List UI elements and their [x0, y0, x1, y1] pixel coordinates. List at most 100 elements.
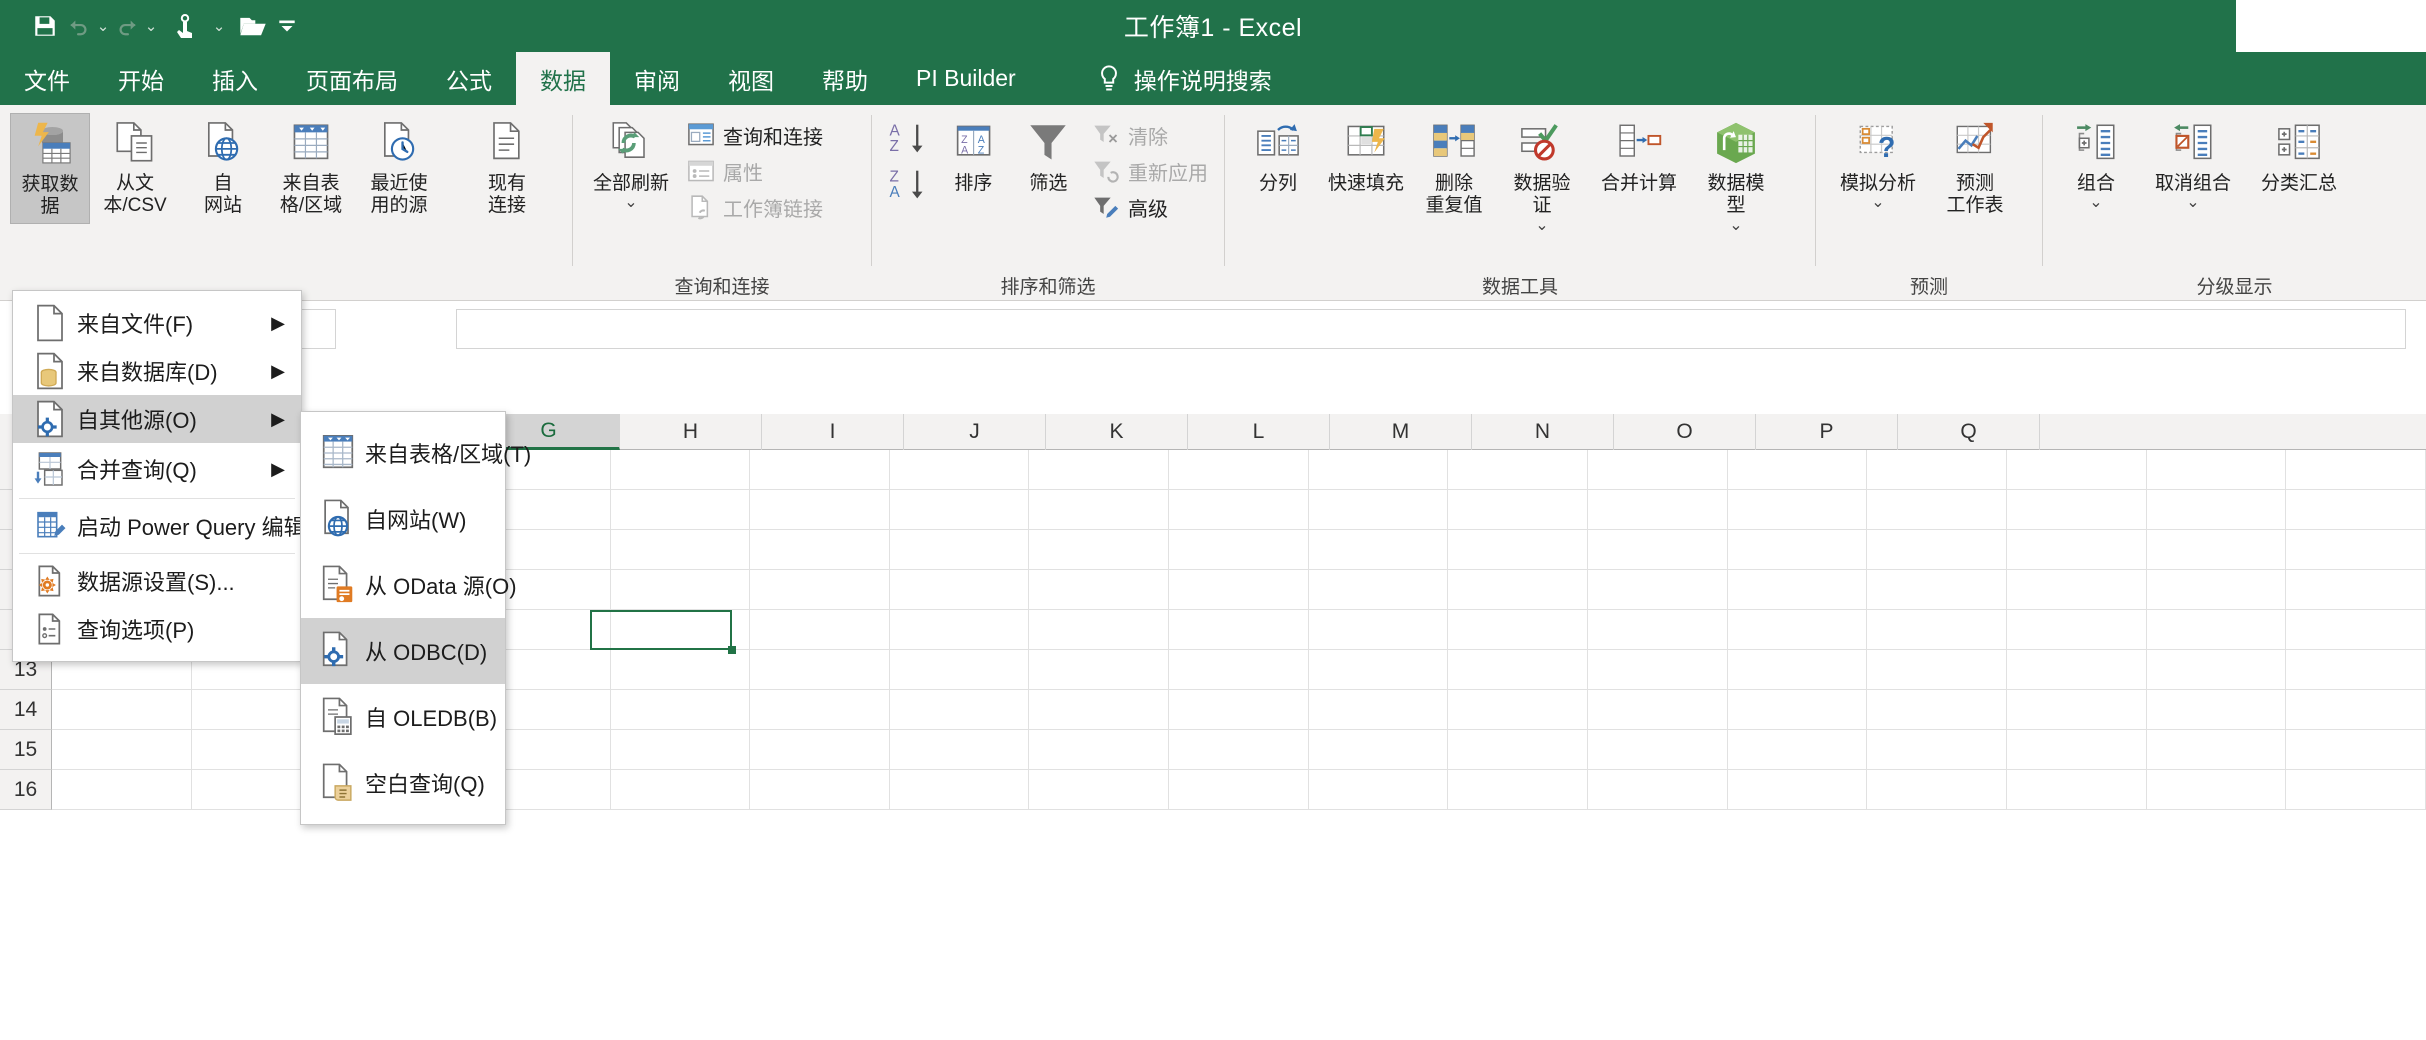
cell[interactable]	[1029, 570, 1169, 610]
cell[interactable]	[890, 650, 1030, 690]
cell[interactable]	[1029, 610, 1169, 650]
cell[interactable]	[2007, 730, 2147, 770]
formula-input[interactable]	[456, 309, 2406, 349]
cell[interactable]	[1867, 570, 2007, 610]
cell[interactable]	[611, 530, 751, 570]
cell[interactable]	[1448, 650, 1588, 690]
cell[interactable]	[1029, 770, 1169, 810]
cell[interactable]	[1588, 690, 1728, 730]
forecast-sheet-button[interactable]: 预测 工作表	[1932, 113, 2018, 222]
cell[interactable]	[1588, 490, 1728, 530]
cell[interactable]	[1169, 610, 1309, 650]
row-header-16[interactable]: 16	[0, 770, 52, 810]
column-header-P[interactable]: P	[1756, 414, 1898, 450]
cell[interactable]	[2286, 690, 2426, 730]
cell[interactable]	[2286, 570, 2426, 610]
cell[interactable]	[611, 770, 751, 810]
queries-and-connections-button[interactable]: 查询和连接	[681, 117, 829, 153]
cell[interactable]	[611, 610, 751, 650]
cell[interactable]	[1169, 530, 1309, 570]
advanced-filter-button[interactable]: 高级	[1086, 189, 1214, 225]
cell[interactable]	[1728, 530, 1868, 570]
tab-help[interactable]: 帮助	[798, 52, 892, 105]
sort-button[interactable]: Z A A Z 排序	[936, 113, 1011, 199]
cell[interactable]	[1169, 450, 1309, 490]
cell[interactable]	[750, 530, 890, 570]
cell[interactable]	[890, 690, 1030, 730]
cell[interactable]	[52, 690, 192, 730]
refresh-all-dropdown-icon[interactable]: ⌄	[624, 195, 637, 211]
cell[interactable]	[2286, 530, 2426, 570]
cell[interactable]	[1728, 450, 1868, 490]
column-header-L[interactable]: L	[1188, 414, 1330, 450]
cell[interactable]	[1309, 770, 1449, 810]
menu-item-query-options[interactable]: 查询选项(P)	[13, 605, 301, 653]
cell[interactable]	[1728, 730, 1868, 770]
cell[interactable]	[1029, 690, 1169, 730]
cell[interactable]	[611, 570, 751, 610]
cell[interactable]	[750, 690, 890, 730]
cell[interactable]	[1728, 490, 1868, 530]
cell[interactable]	[52, 730, 192, 770]
cell[interactable]	[1867, 530, 2007, 570]
consolidate-button[interactable]: 合并计算	[1587, 113, 1691, 199]
properties-button[interactable]: 属性	[681, 153, 829, 189]
cell[interactable]	[2286, 490, 2426, 530]
open-icon[interactable]	[232, 6, 274, 46]
row-header-14[interactable]: 14	[0, 690, 52, 730]
ungroup-button[interactable]: 取消组合 ⌄	[2141, 113, 2245, 215]
sort-az-icon[interactable]: AZ	[888, 119, 928, 155]
sort-za-icon[interactable]: ZA	[888, 165, 928, 201]
cell[interactable]	[1448, 770, 1588, 810]
cell[interactable]	[2286, 650, 2426, 690]
cell[interactable]	[2147, 610, 2287, 650]
column-header-O[interactable]: O	[1614, 414, 1756, 450]
cell[interactable]	[1867, 690, 2007, 730]
cell[interactable]	[750, 770, 890, 810]
tab-insert[interactable]: 插入	[188, 52, 282, 105]
tell-me-search[interactable]: 操作说明搜索	[1040, 52, 1272, 105]
column-header-N[interactable]: N	[1472, 414, 1614, 450]
cell[interactable]	[750, 570, 890, 610]
get-data-button[interactable]: 获取数 据	[10, 113, 90, 224]
cell[interactable]	[1169, 490, 1309, 530]
column-header-H[interactable]: H	[620, 414, 762, 450]
cell[interactable]	[1588, 450, 1728, 490]
cell[interactable]	[1448, 610, 1588, 650]
data-model-button[interactable]: 数据模 型 ⌄	[1693, 113, 1779, 238]
tab-file[interactable]: 文件	[0, 52, 94, 105]
cell[interactable]	[1867, 770, 2007, 810]
touch-mode-icon[interactable]	[164, 6, 206, 46]
column-header-M[interactable]: M	[1330, 414, 1472, 450]
cell[interactable]	[1309, 690, 1449, 730]
refresh-all-button[interactable]: 全部刷新 ⌄	[583, 113, 679, 215]
cell[interactable]	[1728, 770, 1868, 810]
cell[interactable]	[890, 610, 1030, 650]
cell[interactable]	[2147, 530, 2287, 570]
cell[interactable]	[1867, 610, 2007, 650]
cell[interactable]	[611, 450, 751, 490]
submenu-item-from-odata[interactable]: 从 OData 源(O)	[301, 552, 505, 618]
from-table-range-button[interactable]: 来自表 格/区域	[268, 113, 354, 222]
cell[interactable]	[2147, 450, 2287, 490]
column-header-I[interactable]: I	[762, 414, 904, 450]
cell[interactable]	[611, 490, 751, 530]
cell[interactable]	[1728, 610, 1868, 650]
cell[interactable]	[750, 490, 890, 530]
cell[interactable]	[611, 730, 751, 770]
cell[interactable]	[2147, 650, 2287, 690]
submenu-item-from-table-range[interactable]: 来自表格/区域(T)	[301, 420, 505, 486]
customize-qat-icon[interactable]	[276, 6, 298, 46]
cell[interactable]	[1867, 650, 2007, 690]
menu-item-launch-power-query-editor[interactable]: 启动 Power Query 编辑器(L)...	[13, 502, 301, 550]
cell[interactable]	[2147, 690, 2287, 730]
tab-page-layout[interactable]: 页面布局	[282, 52, 422, 105]
submenu-item-blank-query[interactable]: 空白查询(Q)	[301, 750, 505, 816]
filter-button[interactable]: 筛选	[1013, 113, 1084, 199]
cell[interactable]	[611, 690, 751, 730]
cell[interactable]	[1588, 770, 1728, 810]
cell[interactable]	[2147, 490, 2287, 530]
tab-data[interactable]: 数据	[516, 52, 610, 105]
cell[interactable]	[1029, 450, 1169, 490]
cell[interactable]	[2007, 570, 2147, 610]
